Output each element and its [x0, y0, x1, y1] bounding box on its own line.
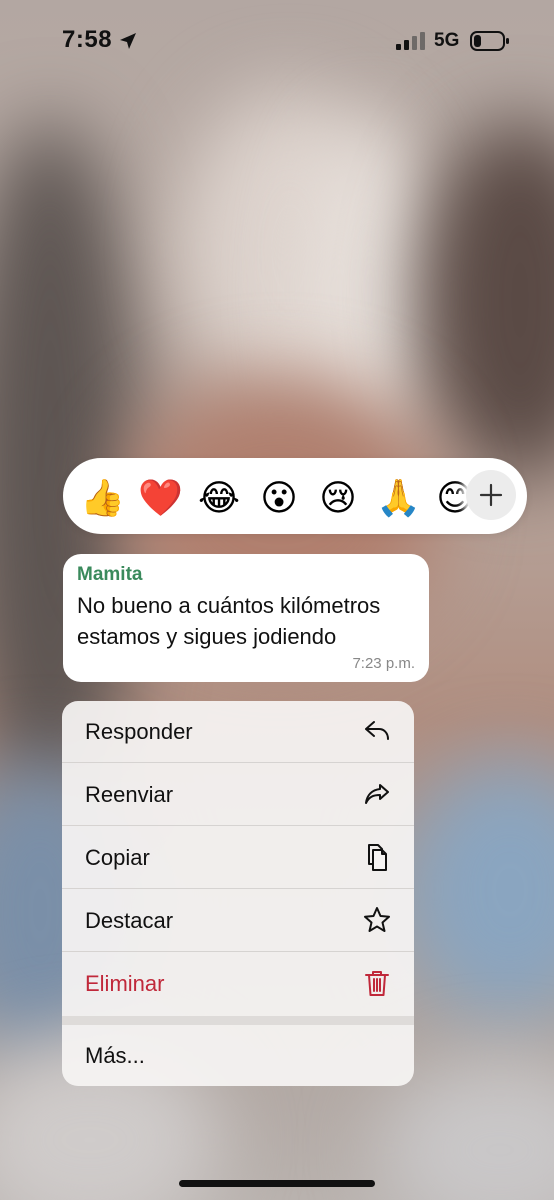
home-indicator[interactable] [179, 1180, 375, 1187]
reaction-crying[interactable]: 😢 [316, 476, 360, 520]
context-menu: Responder Reenviar Copiar Destacar Elimi… [62, 701, 414, 1086]
reaction-surprised[interactable]: 😮 [257, 476, 301, 520]
menu-item-label: Responder [85, 719, 193, 744]
menu-item-label: Más... [85, 1043, 145, 1068]
message-bubble[interactable]: Mamita No bueno a cuántos kilómetros est… [63, 554, 429, 682]
menu-item-more[interactable]: Más... [62, 1025, 414, 1086]
more-reactions-button[interactable] [466, 470, 516, 520]
message-sender: Mamita [77, 564, 143, 585]
menu-item-star[interactable]: Destacar [62, 890, 414, 952]
menu-item-label: Reenviar [85, 782, 174, 807]
reaction-heart[interactable]: ❤️ [138, 476, 183, 520]
star-icon [364, 907, 390, 932]
menu-item-delete[interactable]: Eliminar [62, 953, 414, 1015]
reply-icon [365, 721, 389, 740]
message-timestamp: 7:23 p.m. [352, 655, 415, 672]
menu-item-reply[interactable]: Responder [62, 701, 414, 763]
plus-icon [479, 483, 503, 507]
menu-item-copy[interactable]: Copiar [62, 827, 414, 889]
reaction-laughing[interactable]: 😂 [197, 476, 241, 520]
reaction-thumbs-up[interactable]: 👍 [80, 476, 125, 520]
clock: 7:58 [62, 26, 113, 53]
menu-item-label: Eliminar [85, 971, 165, 996]
menu-item-forward[interactable]: Reenviar [62, 764, 414, 826]
battery-low-icon [470, 31, 509, 51]
location-arrow-icon [120, 33, 136, 49]
network-type: 5G [434, 30, 460, 51]
menu-item-label: Copiar [85, 845, 150, 870]
cellular-signal-icon [396, 32, 425, 50]
reaction-praying-hands[interactable]: 🙏 [376, 476, 421, 520]
menu-separator [62, 1016, 414, 1025]
status-bar: 7:58 5G [0, 0, 554, 84]
forward-icon [365, 784, 389, 804]
reaction-bar: 👍 ❤️ 😂 😮 😢 🙏 😊 [63, 458, 527, 534]
copy-icon [368, 844, 387, 871]
message-text: No bueno a cuántos kilómetros estamos y … [77, 593, 381, 649]
menu-item-label: Destacar [85, 908, 174, 933]
trash-icon [365, 971, 389, 996]
